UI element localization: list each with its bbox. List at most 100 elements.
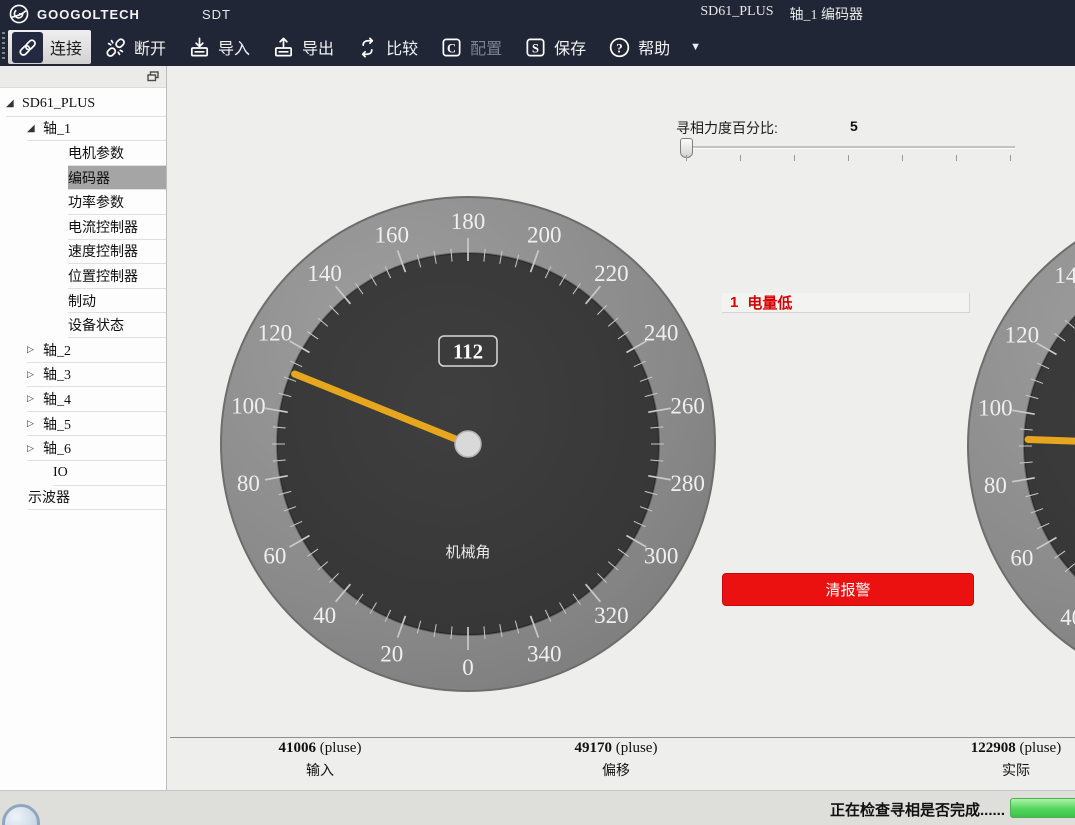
app-window: GOOGOLTECH SDT SD61_PLUS 轴_1 编码器 连接断开导入导… bbox=[0, 0, 1075, 825]
status-bar: 正在检查寻相是否完成...... bbox=[0, 790, 1075, 825]
sidebar-item-label: 制动 bbox=[68, 291, 96, 311]
gauge-tick-label: 120 bbox=[1005, 323, 1040, 348]
slider-tick bbox=[956, 155, 957, 161]
sidebar-item-brake[interactable]: 制动 bbox=[0, 289, 166, 314]
toolbar-button-label: 帮助 bbox=[638, 35, 670, 59]
gauge-tick-label: 140 bbox=[1054, 263, 1075, 288]
progress-bar bbox=[1010, 798, 1075, 818]
sidebar-item-device-status[interactable]: 设备状态 bbox=[0, 313, 166, 338]
sidebar-item-motor-params[interactable]: 电机参数 bbox=[0, 141, 166, 166]
readout-label: 输入 bbox=[200, 760, 440, 780]
gauge-tick-label: 60 bbox=[1010, 546, 1033, 571]
sidebar-item-label: 轴_4 bbox=[43, 389, 71, 409]
help-icon: ? bbox=[608, 36, 631, 59]
toolbar-button-import[interactable]: 导入 bbox=[184, 30, 259, 64]
gauge-tick-label: 40 bbox=[1060, 605, 1075, 630]
gauge-tick-label: 140 bbox=[307, 261, 342, 286]
sidebar-item-label: 编码器 bbox=[68, 168, 110, 188]
sidebar-item-axis-5[interactable]: ▷ 轴_5 bbox=[0, 412, 166, 437]
readout-number: 122908 bbox=[971, 740, 1016, 756]
gauge-title: 机械角 bbox=[445, 544, 490, 561]
header: GOOGOLTECH SDT SD61_PLUS 轴_1 编码器 连接断开导入导… bbox=[0, 0, 1075, 66]
toolbar-button-label: 断开 bbox=[134, 35, 166, 59]
sidebar-item-axis-6[interactable]: ▷轴_6 bbox=[0, 436, 166, 461]
sidebar-item-speed-controller[interactable]: 速度控制器 bbox=[0, 240, 166, 265]
toolbar-button-save[interactable]: S保存 bbox=[520, 30, 595, 64]
import-icon bbox=[188, 36, 211, 59]
svg-text:S: S bbox=[532, 41, 539, 55]
tree-collapsed-arrow-icon[interactable]: ▷ bbox=[27, 369, 38, 380]
toolbar-button-config[interactable]: C配置 bbox=[436, 30, 511, 64]
alarm-list-item[interactable]: 1 电量低 bbox=[722, 293, 970, 313]
toolbar-more-caret-icon[interactable]: ▼ bbox=[690, 41, 701, 53]
sidebar-item-axis-3[interactable]: ▷ 轴_3 bbox=[0, 363, 166, 388]
toolbar-button-disconnect[interactable]: 断开 bbox=[100, 30, 175, 64]
broken-link-icon bbox=[104, 36, 127, 59]
gauge-tick-label: 40 bbox=[313, 603, 336, 628]
sidebar-item-axis-1[interactable]: ◢轴_1 bbox=[0, 117, 166, 142]
sidebar-item-sd61-plus[interactable]: ◢SD61_PLUS bbox=[0, 92, 166, 117]
slider-tick bbox=[686, 155, 687, 161]
readout-divider bbox=[170, 737, 1075, 738]
sidebar-item-axis-4[interactable]: ▷ 轴_4 bbox=[0, 387, 166, 412]
sidebar-item-label: IO bbox=[53, 465, 68, 481]
link-icon bbox=[12, 32, 43, 63]
sidebar-item-label: 轴_3 bbox=[43, 364, 71, 384]
gauge-tick-label: 80 bbox=[984, 473, 1007, 498]
tree-expanded-arrow-icon[interactable]: ◢ bbox=[6, 98, 17, 109]
tree-expanded-arrow-icon[interactable]: ◢ bbox=[27, 123, 38, 134]
googoltech-logo-icon bbox=[8, 3, 30, 25]
gauge-tick-label: 0 bbox=[462, 655, 474, 680]
sidebar-item-label: 速度控制器 bbox=[68, 241, 138, 261]
sidebar-item-io[interactable]: IO bbox=[0, 461, 166, 486]
main-panel: 0204060801001201401601802002202402602803… bbox=[167, 66, 1075, 790]
readout-label: 偏移 bbox=[496, 760, 736, 780]
float-panel-icon[interactable] bbox=[147, 71, 159, 82]
gauge-tick-label: 80 bbox=[237, 471, 260, 496]
readout-number: 49170 bbox=[575, 740, 613, 756]
sidebar-item-label: 轴_2 bbox=[43, 340, 71, 360]
gauge-tick-label: 20 bbox=[380, 642, 403, 667]
slider-tick bbox=[902, 155, 903, 161]
toolbar-button-connect[interactable]: 连接 bbox=[8, 30, 91, 64]
readout-value: 41006 (pluse) bbox=[200, 740, 440, 757]
tree-collapsed-arrow-icon[interactable]: ▷ bbox=[27, 344, 38, 355]
sidebar-item-position-controller[interactable]: 位置控制器 bbox=[0, 264, 166, 289]
slider-tick bbox=[794, 155, 795, 161]
gauge-tick-label: 260 bbox=[670, 393, 705, 418]
sidebar-item-axis-2[interactable]: ▷ 轴_2 bbox=[0, 338, 166, 363]
toolbar-button-export[interactable]: 导出 bbox=[268, 30, 343, 64]
tree-collapsed-arrow-icon[interactable]: ▷ bbox=[27, 418, 38, 429]
readout-label: 实际 bbox=[896, 760, 1075, 780]
clear-alarm-button[interactable]: 清报警 bbox=[722, 573, 974, 606]
gauge-tick-label: 160 bbox=[374, 222, 409, 247]
sidebar-item-label: 设备状态 bbox=[68, 315, 124, 335]
toolbar-button-help[interactable]: ? 帮助 bbox=[604, 30, 679, 64]
sidebar-item-power-params[interactable]: 功率参数 bbox=[0, 190, 166, 215]
status-message: 正在检查寻相是否完成...... bbox=[830, 799, 1005, 820]
sidebar-item-label: 示波器 bbox=[28, 487, 70, 507]
readout-value: 122908 (pluse) bbox=[896, 740, 1075, 757]
context-breadcrumb: SD61_PLUS 轴_1 编码器 bbox=[700, 4, 863, 24]
gauge-tick-label: 100 bbox=[978, 395, 1013, 420]
sidebar-item-current-controller[interactable]: 电流控制器 bbox=[0, 215, 166, 240]
toolbar: 连接 断开导入导出 比较 C配置 S保存? 帮助 ▼ bbox=[0, 28, 1075, 66]
gauge-tick-label: 100 bbox=[231, 393, 266, 418]
gauge-tick-label: 320 bbox=[594, 603, 629, 628]
phase-strength-value: 5 bbox=[850, 118, 858, 134]
tree-collapsed-arrow-icon[interactable]: ▷ bbox=[27, 443, 38, 454]
gauge-value-text: 112 bbox=[453, 339, 483, 363]
sidebar-item-label: 轴_5 bbox=[43, 414, 71, 434]
toolbar-button-compare[interactable]: 比较 bbox=[352, 30, 427, 64]
toolbar-button-label: 比较 bbox=[386, 35, 418, 59]
gauge-tick-label: 60 bbox=[263, 544, 286, 569]
gauge-tick-label: 220 bbox=[594, 261, 629, 286]
tree-collapsed-arrow-icon[interactable]: ▷ bbox=[27, 393, 38, 404]
gauge-canvas: 0204060801001201401601802002202402602803… bbox=[167, 66, 1075, 790]
alarm-text: 电量低 bbox=[747, 292, 792, 313]
sidebar-item-encoder[interactable]: 编码器 bbox=[0, 166, 166, 191]
readout-offset: 49170 (pluse)偏移 bbox=[496, 740, 736, 780]
sidebar-item-oscilloscope[interactable]: 示波器 bbox=[0, 486, 166, 511]
phase-strength-slider-track[interactable] bbox=[686, 146, 1015, 149]
sidebar-item-label: 位置控制器 bbox=[68, 266, 138, 286]
